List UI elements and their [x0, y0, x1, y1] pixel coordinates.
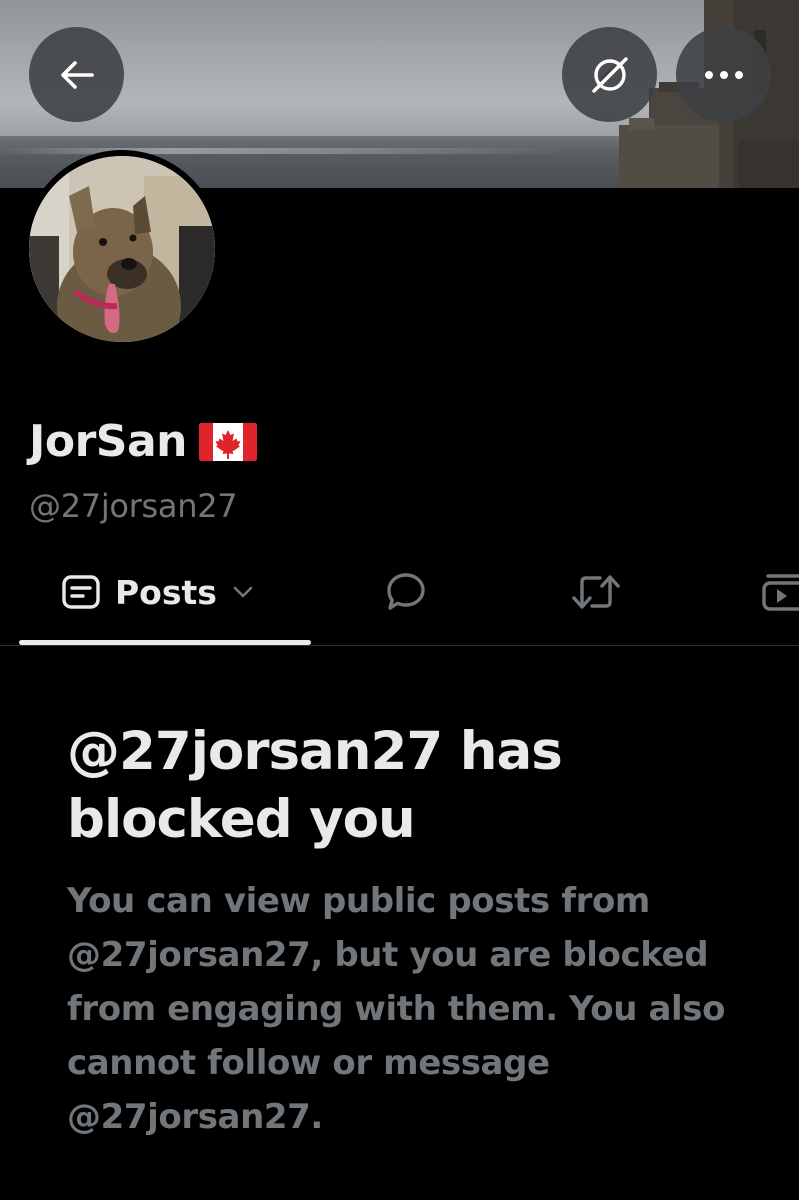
posts-icon [62, 575, 100, 609]
grok-button[interactable] [562, 27, 657, 122]
tab-media[interactable] [760, 570, 799, 618]
display-name-row: JorSan [29, 416, 258, 467]
tab-posts[interactable]: Posts [61, 567, 255, 617]
profile-page: JorSan @27jorsan27 Posts @27jorsan27 has… [0, 0, 799, 1200]
grok-icon [591, 56, 628, 93]
tab-posts-label: Posts [115, 572, 217, 612]
more-button[interactable] [676, 27, 771, 122]
avatar[interactable] [23, 150, 221, 348]
tabs-divider [0, 645, 799, 646]
profile-handle: @27jorsan27 [29, 487, 238, 525]
media-icon [762, 574, 799, 611]
blocked-message: You can view public posts from @27jorsan… [67, 881, 726, 1137]
more-icon [704, 70, 743, 79]
blocked-title: @27jorsan27 has blocked you [67, 721, 563, 850]
tab-replies[interactable] [384, 570, 428, 618]
chevron-down-icon [233, 586, 253, 598]
profile-tabs: Posts [0, 555, 799, 645]
display-name: JorSan [29, 416, 188, 467]
dog-photo [29, 156, 215, 342]
back-button[interactable] [29, 27, 124, 122]
tab-reposts[interactable] [570, 570, 622, 618]
replies-icon [387, 573, 425, 610]
repost-icon [572, 575, 620, 609]
banner-waves [0, 148, 560, 154]
canada-flag-icon [199, 422, 258, 461]
avatar-photo [29, 156, 215, 342]
back-arrow-icon [60, 60, 94, 89]
